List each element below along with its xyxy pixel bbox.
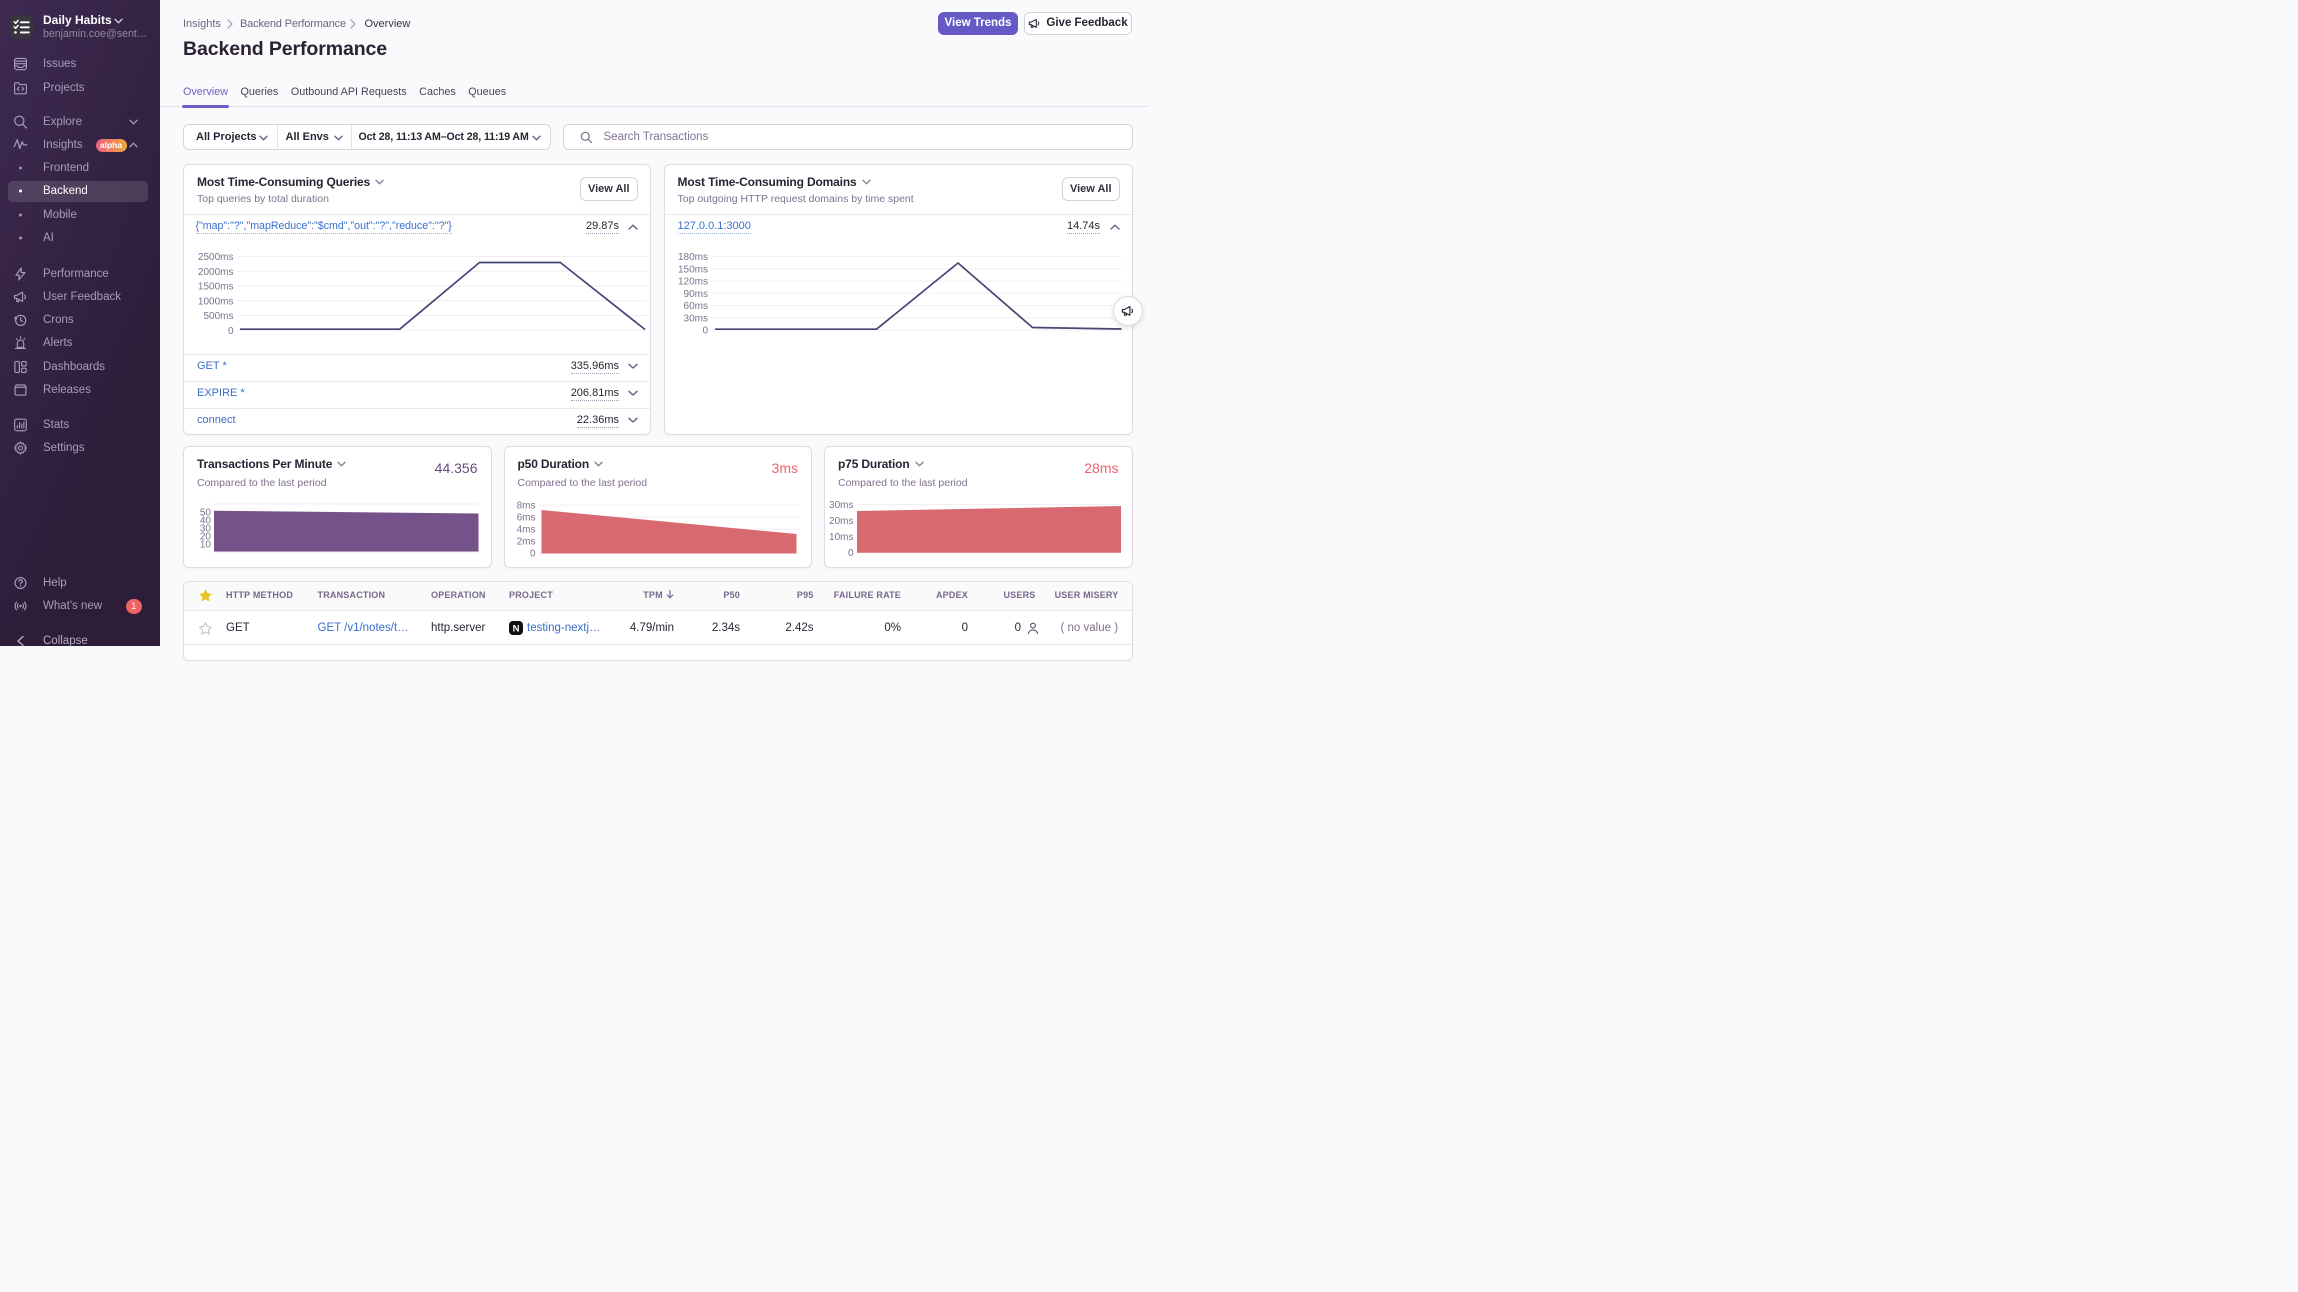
svg-text:30ms: 30ms [683,313,707,324]
svg-text:2ms: 2ms [516,536,535,547]
svg-text:0: 0 [848,547,854,558]
svg-text:1500ms: 1500ms [198,281,234,292]
svg-text:30ms: 30ms [829,499,853,510]
svg-text:8ms: 8ms [516,500,535,511]
svg-text:60ms: 60ms [683,301,707,312]
svg-text:90ms: 90ms [683,288,707,299]
svg-text:1000ms: 1000ms [198,296,234,307]
svg-text:180ms: 180ms [677,252,707,263]
svg-text:2000ms: 2000ms [198,266,234,277]
svg-text:N: N [513,623,520,634]
svg-text:10ms: 10ms [829,531,853,542]
svg-text:10: 10 [200,539,212,550]
svg-text:6ms: 6ms [516,512,535,523]
svg-text:0: 0 [228,325,234,336]
svg-text:0: 0 [702,325,708,336]
svg-text:2500ms: 2500ms [198,252,234,263]
svg-text:500ms: 500ms [203,311,233,322]
svg-text:120ms: 120ms [677,276,707,287]
svg-text:0: 0 [529,548,535,559]
svg-text:4ms: 4ms [516,524,535,535]
svg-text:20ms: 20ms [829,515,853,526]
svg-text:150ms: 150ms [677,264,707,275]
